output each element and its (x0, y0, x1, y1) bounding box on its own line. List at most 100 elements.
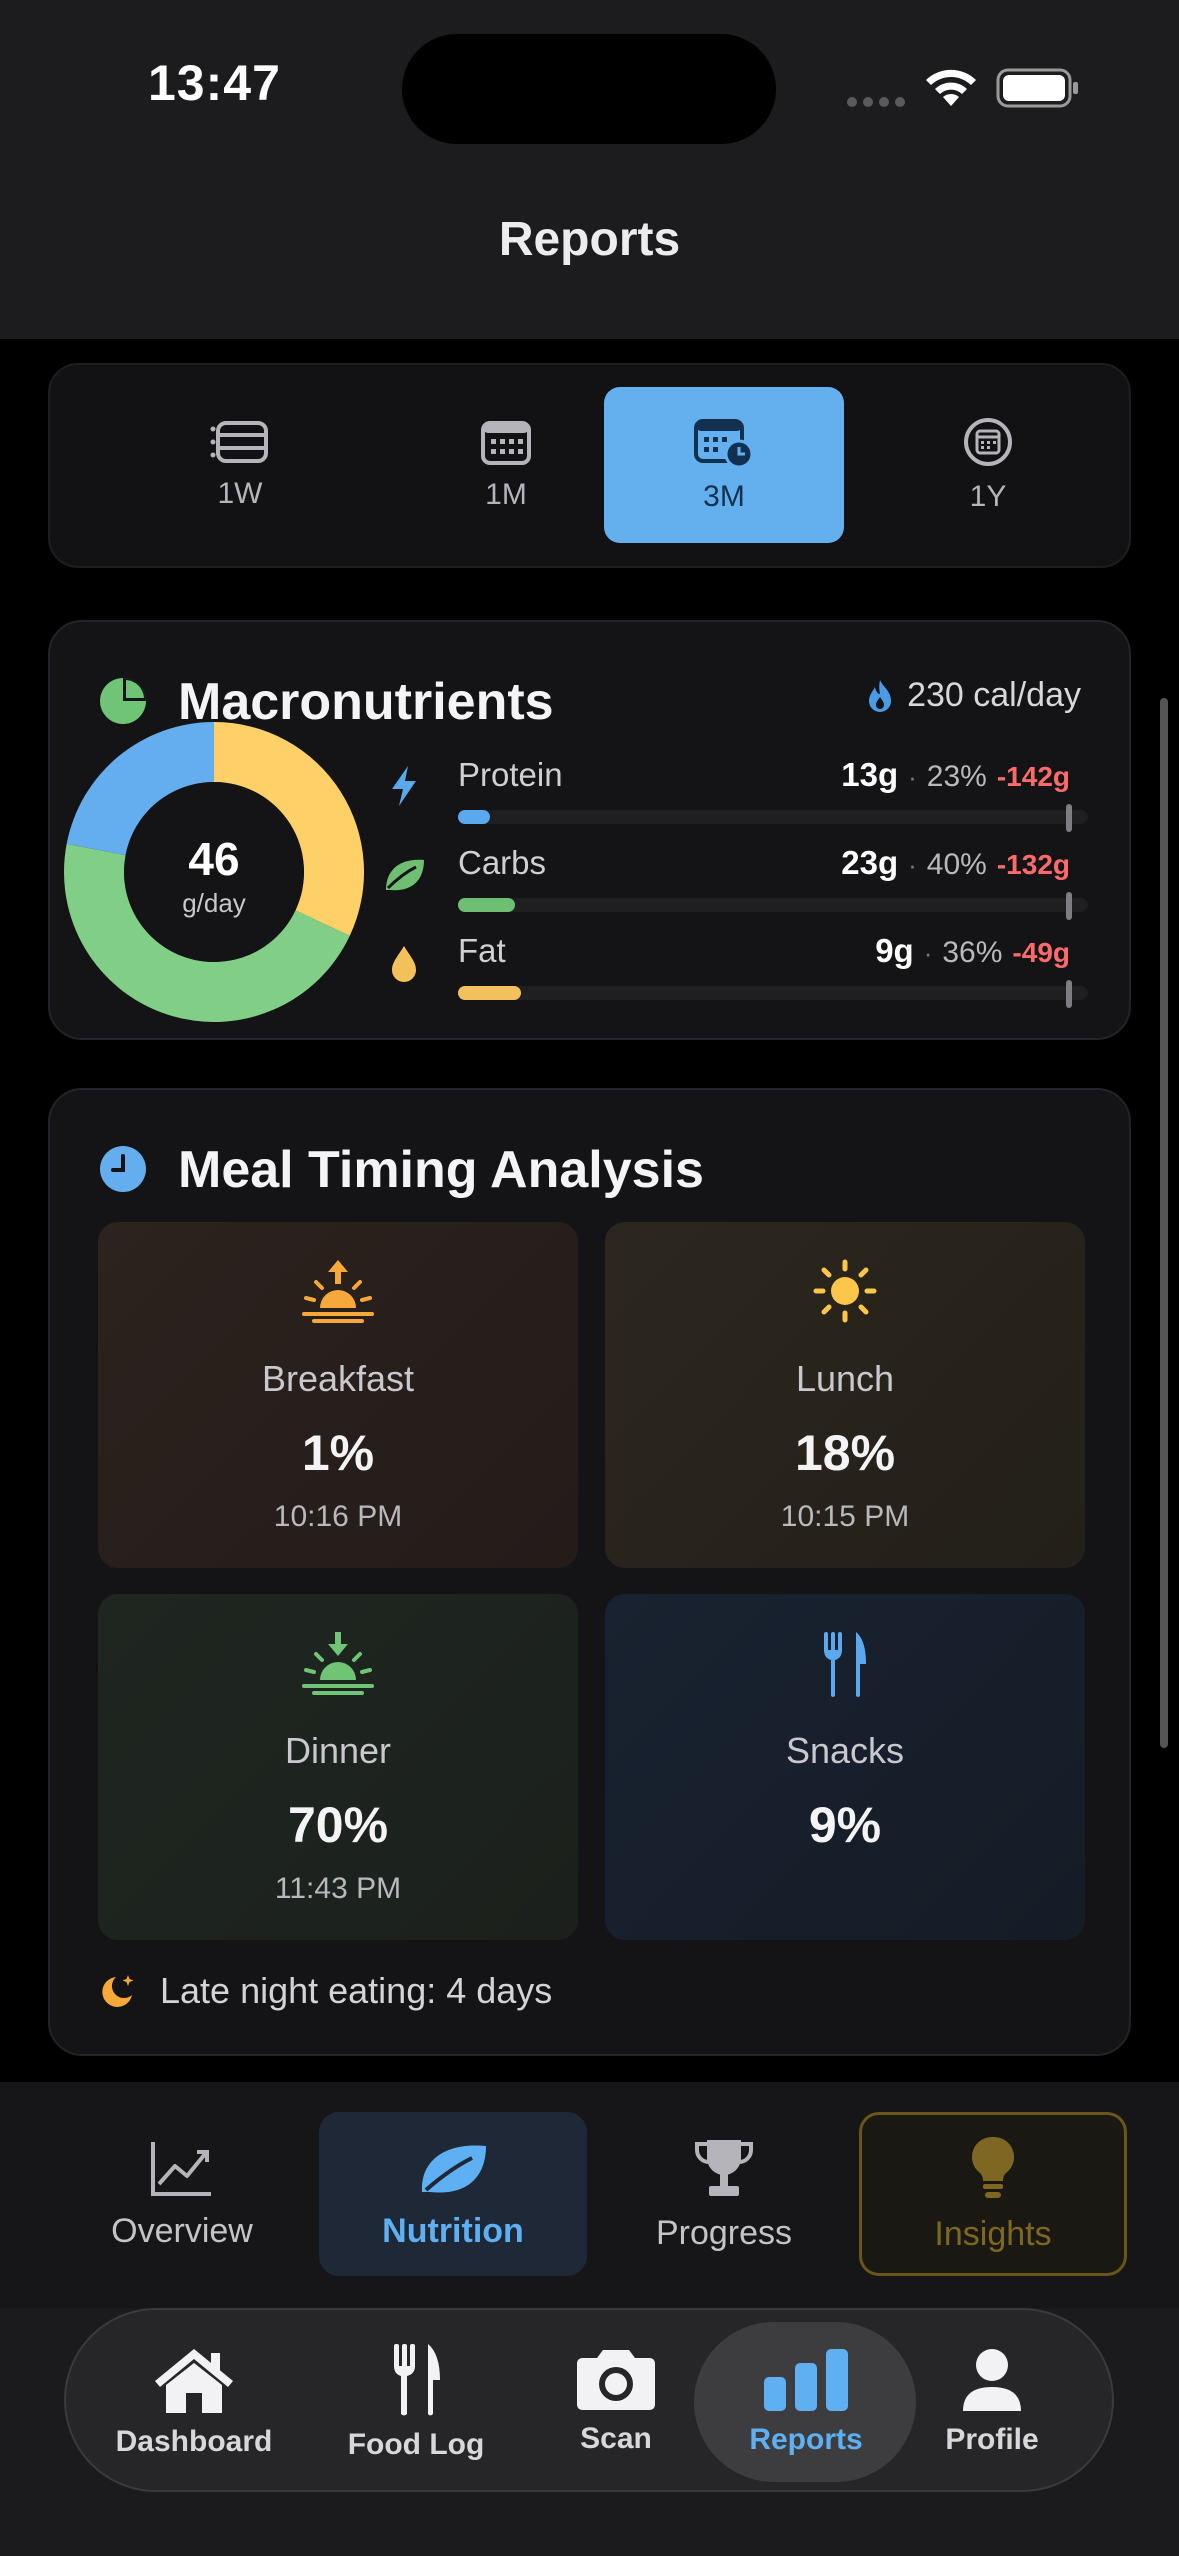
tab-label: Reports (749, 2423, 863, 2456)
macro-row-carbs: Carbs 23g · 40% -132g (380, 844, 1110, 924)
meal-name: Breakfast (261, 1358, 415, 1399)
meal-tile-dinner[interactable]: Dinner 70% 11:43 PM (98, 1594, 578, 1940)
leaf-icon (421, 2144, 486, 2193)
calories-value: 230 cal/day (907, 676, 1081, 714)
meal-tile-lunch[interactable]: Lunch 18% 10:15 PM (605, 1222, 1085, 1568)
tab-label: Nutrition (382, 2211, 524, 2250)
tab-food-log[interactable]: Food Log (346, 2310, 486, 2494)
status-time: 13:47 (148, 55, 281, 111)
macro-percent: 23% (926, 760, 987, 793)
tab-label: Dashboard (115, 2425, 273, 2458)
house-icon (155, 2349, 233, 2413)
chart-line-icon (151, 2141, 211, 2196)
tab-label: Food Log (347, 2428, 485, 2461)
macro-total-unit: g/day (182, 888, 246, 918)
battery-icon (996, 68, 1078, 108)
tab-overview[interactable]: Overview (48, 2112, 316, 2276)
meal-name: Snacks (785, 1730, 905, 1771)
fork-knife-icon (824, 1632, 866, 1697)
fork-knife-icon (394, 2344, 440, 2416)
period-label: 1W (217, 477, 263, 510)
sunset-icon (302, 1632, 374, 1695)
list-calendar-icon (210, 421, 268, 463)
meal-percent: 9% (808, 1797, 882, 1853)
tab-label: Overview (111, 2211, 253, 2250)
macro-total-value: 46 (188, 833, 240, 885)
macro-row-fat: Fat 9g · 36% -49g (380, 932, 1110, 1012)
calendar-clock-icon (694, 419, 754, 468)
tab-bar: Dashboard Food Log Scan Reports Profile (64, 2308, 1114, 2492)
macro-goal-marker (1066, 892, 1072, 920)
meal-time: 10:15 PM (780, 1500, 910, 1533)
macro-progress-fill (458, 898, 515, 912)
lightbulb-icon (971, 2136, 1015, 2198)
period-1m-button[interactable]: 1M (386, 387, 626, 543)
meal-name: Dinner (284, 1730, 392, 1771)
period-label: 1Y (969, 480, 1007, 513)
meal-tile-snacks[interactable]: Snacks 9% (605, 1594, 1085, 1940)
tab-label: Scan (580, 2422, 652, 2455)
macro-progress-track (458, 810, 1088, 824)
tab-insights[interactable]: Insights (859, 2112, 1127, 2276)
page-title: Reports (498, 213, 681, 266)
tab-scan[interactable]: Scan (556, 2310, 676, 2494)
trophy-icon (695, 2139, 753, 2196)
period-1w-button[interactable]: 1W (120, 387, 360, 543)
meal-percent: 18% (794, 1425, 896, 1481)
wifi-icon (926, 69, 976, 106)
macro-stats: 13g · 23% -142g (841, 756, 1070, 794)
period-selector: 1W 1M 3M 1Y (48, 363, 1131, 568)
macro-name: Carbs (458, 844, 547, 881)
tab-reports[interactable]: Reports (716, 2310, 896, 2494)
tab-dashboard[interactable]: Dashboard (114, 2310, 274, 2494)
period-label: 3M (703, 480, 745, 513)
meal-tile-breakfast[interactable]: Breakfast 1% 10:16 PM (98, 1222, 578, 1568)
macro-grams: 9g (875, 932, 914, 969)
macro-percent: 40% (926, 848, 987, 881)
meal-timing-card: Meal Timing Analysis Breakfast 1% 10:16 … (48, 1088, 1131, 2056)
meal-percent: 70% (287, 1797, 389, 1853)
meal-time: 10:16 PM (273, 1500, 403, 1533)
camera-icon (577, 2350, 655, 2410)
tab-profile[interactable]: Profile (922, 2310, 1062, 2494)
macro-goal-marker (1066, 980, 1072, 1008)
macro-progress-track (458, 986, 1088, 1000)
person-icon (963, 2349, 1021, 2411)
meal-timing-title: Meal Timing Analysis (178, 1141, 704, 1199)
tab-bar-area: Dashboard Food Log Scan Reports Profile (0, 2308, 1179, 2556)
macronutrients-card: Macronutrients 230 cal/day 46 g/day Prot… (48, 620, 1131, 1040)
macro-diff: -142g (996, 761, 1070, 792)
macro-row-protein: Protein 13g · 23% -142g (380, 756, 1110, 836)
macro-diff: -132g (996, 849, 1070, 880)
sun-icon (813, 1259, 877, 1323)
tab-progress[interactable]: Progress (590, 2112, 858, 2276)
macro-goal-marker (1066, 804, 1072, 832)
late-night-info: Late night eating: 4 days (98, 1970, 552, 2012)
macro-grams: 13g (841, 756, 899, 793)
sunrise-icon (302, 1260, 374, 1323)
period-3m-button[interactable]: 3M (604, 387, 844, 543)
cellular-signal-icon (847, 97, 905, 107)
tab-nutrition[interactable]: Nutrition (319, 2112, 587, 2276)
header-area: 13:47 Reports (0, 0, 1179, 339)
period-label: 1M (485, 478, 527, 511)
tab-label: Profile (945, 2423, 1039, 2456)
macro-stats: 23g · 40% -132g (841, 844, 1070, 882)
tab-label: Progress (655, 2213, 793, 2252)
dynamic-island (402, 34, 776, 144)
calendar-circle-icon (964, 418, 1012, 466)
calories-per-day: 230 cal/day (867, 676, 1081, 715)
macro-progress-fill (458, 810, 490, 824)
scrollbar[interactable] (1160, 698, 1168, 1748)
macro-diff: -49g (1012, 937, 1070, 968)
bolt-icon (392, 766, 416, 806)
macro-progress-track (458, 898, 1088, 912)
macro-name: Fat (458, 932, 506, 969)
macro-stats: 9g · 36% -49g (875, 932, 1070, 970)
section-tabs: Overview Nutrition Progress Insights (0, 2082, 1179, 2308)
clock-icon (100, 1146, 146, 1192)
period-1y-button[interactable]: 1Y (868, 387, 1108, 543)
meal-time: 11:43 PM (274, 1872, 402, 1905)
drop-icon (392, 946, 416, 982)
leaf-icon (386, 859, 424, 891)
